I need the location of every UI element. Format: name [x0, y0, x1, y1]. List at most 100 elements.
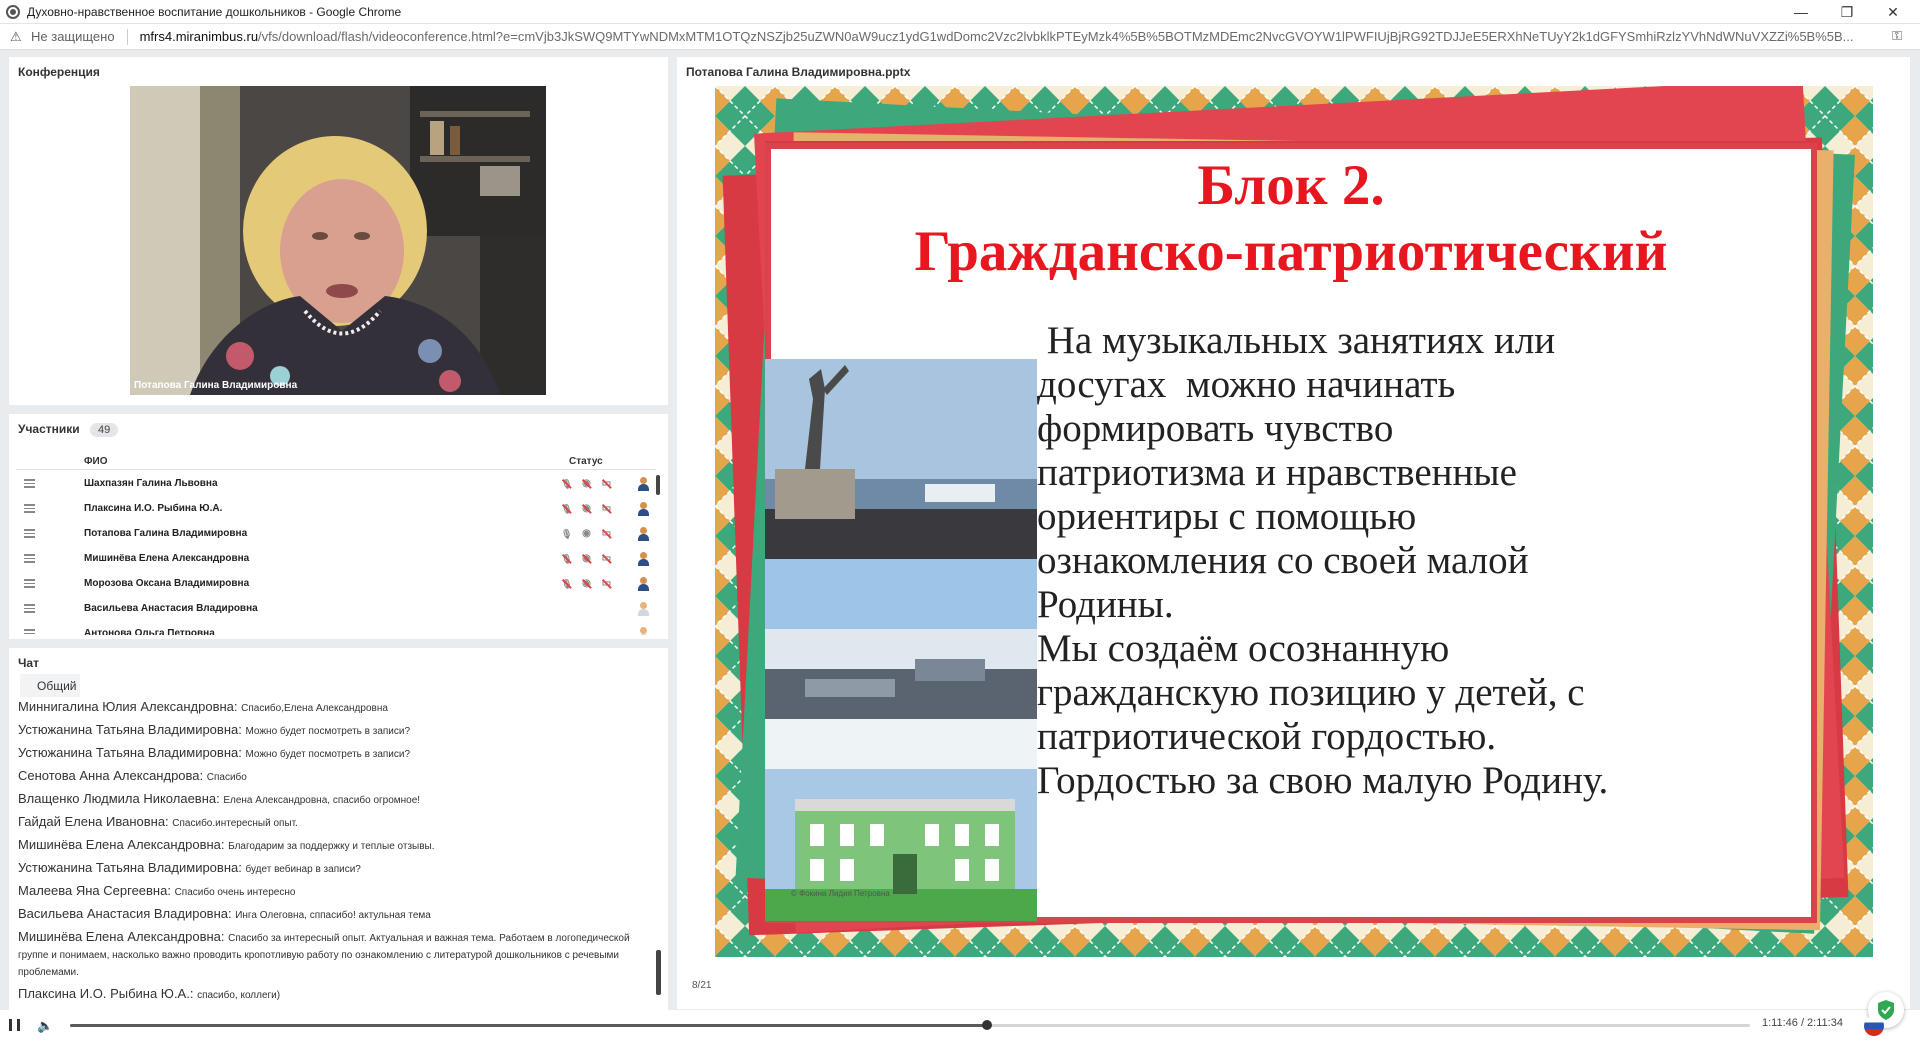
menu-icon[interactable]	[24, 554, 35, 563]
slide-body-line: Гордостью за свою малую Родину.	[1037, 759, 1609, 802]
chat-message: Устюжанина Татьяна Владимировна: Можно б…	[18, 722, 658, 739]
participants-list[interactable]: Шахпазян Галина Львовна 🎙 ◉ ▭ Плаксина И.О. …	[16, 472, 656, 635]
participants-scrollbar[interactable]	[656, 475, 660, 495]
chrome-icon	[6, 4, 20, 19]
camera-icon[interactable]: ◉	[581, 503, 592, 515]
participant-row[interactable]: Мишинёва Елена Александровна 🎙 ◉ ▭	[16, 547, 656, 572]
slide-body-line: На музыкальных занятиях или	[1037, 319, 1556, 362]
camera-icon[interactable]: ◉	[581, 578, 592, 590]
pause-button[interactable]	[9, 1019, 20, 1031]
participant-row[interactable]: Шахпазян Галина Львовна 🎙 ◉ ▭	[16, 472, 656, 497]
chat-messages[interactable]: Миннигалина Юлия Александровна: Спасибо,…	[18, 699, 658, 1041]
microphone-icon[interactable]: 🎙	[561, 478, 572, 490]
video-feed[interactable]: Потапова Галина Владимировна	[130, 86, 546, 395]
presentation-title: Потапова Галина Владимировна.pptx	[686, 65, 911, 79]
chat-panel: Чат Общий Миннигалина Юлия Александровна…	[9, 648, 668, 1049]
participant-row[interactable]: Морозова Оксана Владимировна 🎙 ◉ ▭	[16, 572, 656, 597]
participants-count-badge: 49	[90, 423, 119, 437]
seek-handle[interactable]	[982, 1020, 993, 1030]
screen-icon[interactable]: ▭	[601, 578, 612, 590]
chat-message: Плаксина И.О. Рыбина Ю.А.: спасибо, колл…	[18, 986, 658, 1003]
screen-icon[interactable]: ▭	[601, 553, 612, 565]
camera-icon[interactable]: ◉	[581, 528, 592, 540]
participant-row[interactable]: Плаксина И.О. Рыбина Ю.А. 🎙 ◉ ▭	[16, 497, 656, 522]
chat-text: Благодарим за поддержку и теплые отзывы.	[228, 841, 435, 852]
video-image	[130, 86, 546, 395]
screen-icon[interactable]: ▭	[601, 503, 612, 515]
video-participant-name: Потапова Галина Владимировна	[134, 380, 298, 391]
slide: Блок 2. Гражданско-патриотический На муз…	[715, 86, 1873, 957]
menu-icon[interactable]	[24, 529, 35, 538]
photo-collage	[765, 359, 1037, 921]
chat-text: Можно будет посмотреть в записи?	[245, 726, 411, 737]
participant-name: Антонова Ольга Петровна	[84, 628, 215, 635]
user-icon	[637, 577, 650, 591]
chat-message: Устюжанина Татьяна Владимировна: будет в…	[18, 860, 658, 877]
participant-row[interactable]: Потапова Галина Владимировна 🎙 ◉ ▭	[16, 522, 656, 547]
slide-body-text: На музыкальных занятиях или досугах можно…	[1037, 319, 1797, 803]
microphone-icon[interactable]: 🎙	[561, 503, 572, 515]
menu-icon[interactable]	[24, 604, 35, 613]
chat-author: Мишинёва Елена Александровна:	[18, 929, 229, 944]
address-bar[interactable]: ⚠ Не защищено mfrs4.miranimbus.ru /vfs/d…	[0, 24, 1920, 50]
menu-icon[interactable]	[24, 479, 35, 488]
minimize-icon[interactable]: —	[1778, 0, 1824, 24]
participant-name: Морозова Оксана Владимировна	[84, 578, 250, 589]
participant-row[interactable]: Васильева Анастасия Владировна	[16, 597, 656, 622]
microphone-icon[interactable]: 🎙	[561, 553, 572, 565]
chat-author: Плаксина И.О. Рыбина Ю.А.:	[18, 986, 198, 1001]
chat-author: Сенотова Анна Александрова:	[18, 768, 207, 783]
security-label[interactable]: Не защищено	[31, 29, 115, 44]
slide-photos	[765, 359, 1037, 921]
menu-icon[interactable]	[24, 629, 35, 635]
volume-icon[interactable]: 🔈	[37, 1018, 53, 1034]
participants-header: ФИО Статус	[16, 454, 656, 470]
chat-message: Васильева Анастасия Владировна: Инга Оле…	[18, 906, 658, 923]
chat-author: Малеева Яна Сергеевна:	[18, 883, 175, 898]
slide-heading-1: Блок 2.	[1197, 154, 1385, 217]
chat-message: Мишинёва Елена Александровна: Благодарим…	[18, 837, 658, 854]
seek-bar[interactable]	[70, 1020, 1750, 1030]
slide-body-line: формировать чувство	[1037, 407, 1394, 450]
chat-text: Спасибо очень интересно	[174, 887, 296, 898]
column-status: Статус	[569, 456, 603, 467]
screen-icon[interactable]: ▭	[601, 478, 612, 490]
participant-name: Васильева Анастасия Владировна	[84, 603, 258, 614]
slide-heading-2: Гражданско-патриотический	[914, 220, 1668, 283]
microphone-icon[interactable]: 🎙	[561, 578, 572, 590]
participant-name: Плаксина И.О. Рыбина Ю.А.	[84, 503, 223, 514]
microphone-icon[interactable]: 🎙	[561, 528, 572, 540]
chat-scrollbar[interactable]	[656, 950, 661, 995]
url-host[interactable]: mfrs4.miranimbus.ru	[140, 29, 258, 44]
chat-author: Миннигалина Юлия Александровна:	[18, 699, 242, 714]
camera-icon[interactable]: ◉	[581, 553, 592, 565]
screen-icon[interactable]: ▭	[601, 528, 612, 540]
close-icon[interactable]: ✕	[1870, 0, 1916, 24]
participant-name: Шахпазян Галина Львовна	[84, 478, 218, 489]
chat-title: Чат	[18, 656, 39, 670]
tab-general[interactable]: Общий	[20, 674, 80, 697]
slide-body-line: гражданскую позицию у детей, с	[1037, 671, 1585, 714]
menu-icon[interactable]	[24, 579, 35, 588]
camera-icon[interactable]: ◉	[581, 478, 592, 490]
page-number: 8/21	[692, 980, 712, 991]
chat-message: Устюжанина Татьяна Владимировна: Можно б…	[18, 745, 658, 762]
restore-icon[interactable]: ❐	[1824, 0, 1870, 24]
participant-name: Потапова Галина Владимировна	[84, 528, 248, 539]
url-path[interactable]: /vfs/download/flash/videoconference.html…	[258, 29, 1853, 44]
divider	[126, 28, 128, 45]
chat-author: Влащенко Людмила Николаевна:	[18, 791, 224, 806]
chat-author: Гайдай Елена Ивановна:	[18, 814, 173, 829]
window-title: Духовно-нравственное воспитание дошкольн…	[27, 4, 402, 19]
participant-row[interactable]: Антонова Ольга Петровна	[16, 622, 656, 635]
chat-text: Елена Александровна, спасибо огромное!	[223, 795, 421, 806]
chat-author: Устюжанина Татьяна Владимировна:	[18, 722, 246, 737]
seek-progress	[70, 1024, 988, 1027]
chat-text: Инга Олеговна, сппасибо! актульная тема	[235, 910, 431, 921]
chat-message: Мишинёва Елена Александровна: Спасибо за…	[18, 929, 658, 980]
slide-body-line: патриотизма и нравственные	[1037, 451, 1517, 494]
menu-icon[interactable]	[24, 504, 35, 513]
chat-message: Влащенко Людмила Николаевна: Елена Алекс…	[18, 791, 658, 808]
russia-flag-icon	[1864, 1016, 1884, 1036]
key-icon[interactable]: ⚿	[1892, 28, 1902, 44]
